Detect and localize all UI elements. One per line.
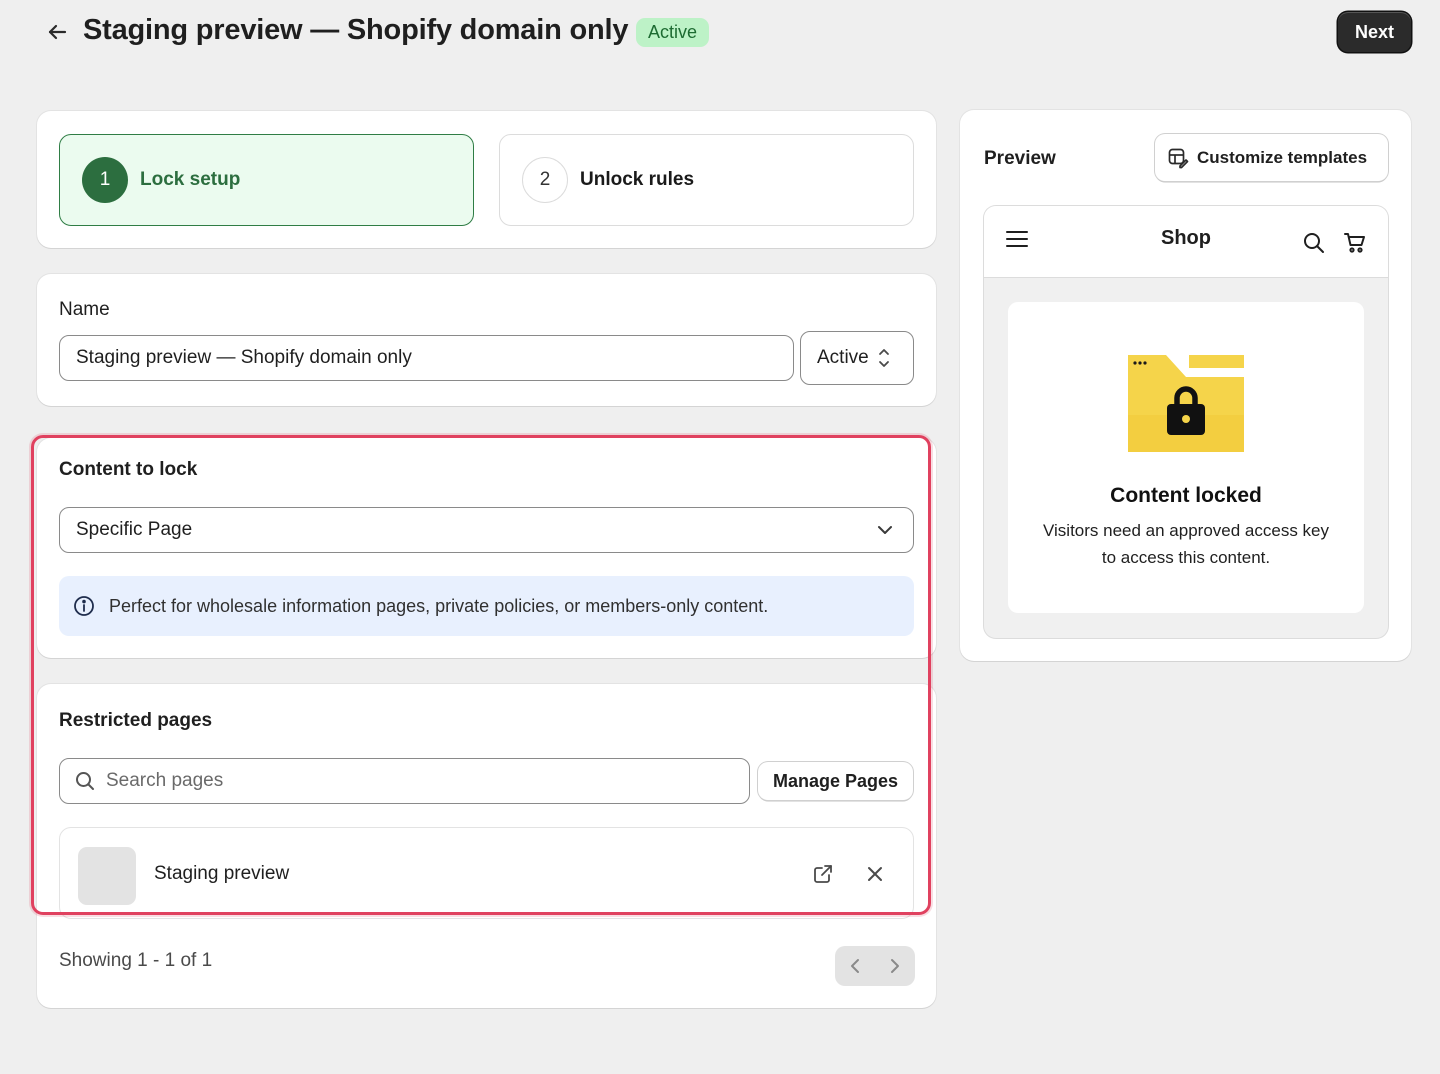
name-field[interactable]: Staging preview — Shopify domain only (59, 335, 794, 381)
template-edit-icon (1168, 148, 1189, 168)
content-to-lock-card: Content to lock Specific Page Perfect fo… (37, 438, 936, 658)
search-placeholder: Search pages (106, 770, 224, 791)
content-to-lock-title: Content to lock (59, 459, 198, 480)
open-page-button[interactable] (808, 859, 838, 889)
storefront-header: Shop (984, 206, 1388, 278)
page-title: Staging preview — Shopify domain only (83, 14, 629, 46)
chevron-right-icon (891, 959, 899, 973)
status-select-value: Active (817, 347, 869, 368)
manage-pages-button[interactable]: Manage Pages (758, 762, 913, 800)
page-thumbnail (78, 847, 136, 905)
chevron-down-icon (878, 526, 892, 534)
search-pages-input[interactable]: Search pages (59, 758, 750, 804)
external-link-icon (814, 865, 832, 883)
close-icon (868, 867, 882, 881)
customize-label: Customize templates (1197, 147, 1368, 167)
locked-content-panel: Content locked Visitors need an approved… (1008, 302, 1364, 613)
info-icon (74, 596, 94, 616)
name-field-value: Staging preview — Shopify domain only (76, 347, 412, 368)
search-icon (76, 772, 94, 790)
content-type-select[interactable]: Specific Page (59, 507, 914, 553)
search-icon (1304, 233, 1324, 253)
locked-title: Content locked (1110, 484, 1262, 507)
shop-title: Shop (1161, 227, 1211, 249)
preview-card: Preview Customize templates Shop Content… (960, 110, 1411, 661)
name-card: Name Staging preview — Shopify domain on… (37, 274, 936, 406)
status-badge: Active (636, 18, 710, 47)
steps-card: 1 Lock setup 2 Unlock rules (37, 111, 936, 248)
arrow-left-icon (48, 24, 67, 40)
chevron-up-down-icon (878, 349, 889, 367)
back-button[interactable] (40, 16, 74, 48)
next-button[interactable]: Next (1338, 12, 1411, 52)
restricted-pages-card: Restricted pages Search pages Manage Pag… (37, 684, 936, 1008)
step-label: Lock setup (140, 169, 241, 190)
storefront-preview: Shop Content locked Visitors need an app… (984, 206, 1388, 638)
cart-icon (1344, 233, 1365, 253)
restricted-pages-title: Restricted pages (59, 710, 213, 731)
list-item: Staging preview (59, 827, 914, 919)
step-number: 2 (522, 157, 568, 203)
step-lock-setup[interactable]: 1 Lock setup (59, 134, 474, 226)
step-label: Unlock rules (580, 169, 695, 190)
customize-templates-button[interactable]: Customize templates (1155, 134, 1388, 181)
chevron-left-icon (851, 959, 859, 973)
info-banner: Perfect for wholesale information pages,… (59, 576, 914, 636)
previous-page-button[interactable] (835, 946, 875, 986)
locked-folder-icon (1128, 355, 1244, 452)
name-label: Name (59, 299, 110, 320)
content-type-value: Specific Page (76, 519, 193, 540)
step-unlock-rules[interactable]: 2 Unlock rules (499, 134, 914, 226)
locked-message: Visitors need an approved access key to … (1042, 521, 1330, 567)
info-text: Perfect for wholesale information pages,… (109, 595, 769, 616)
preview-title: Preview (984, 148, 1056, 169)
pagination-text: Showing 1 - 1 of 1 (59, 950, 213, 971)
status-select[interactable]: Active (800, 331, 914, 385)
page-title-text: Staging preview (154, 863, 290, 884)
step-number: 1 (82, 157, 128, 203)
remove-page-button[interactable] (860, 859, 890, 889)
next-page-button[interactable] (875, 946, 915, 986)
pagination (835, 946, 915, 986)
